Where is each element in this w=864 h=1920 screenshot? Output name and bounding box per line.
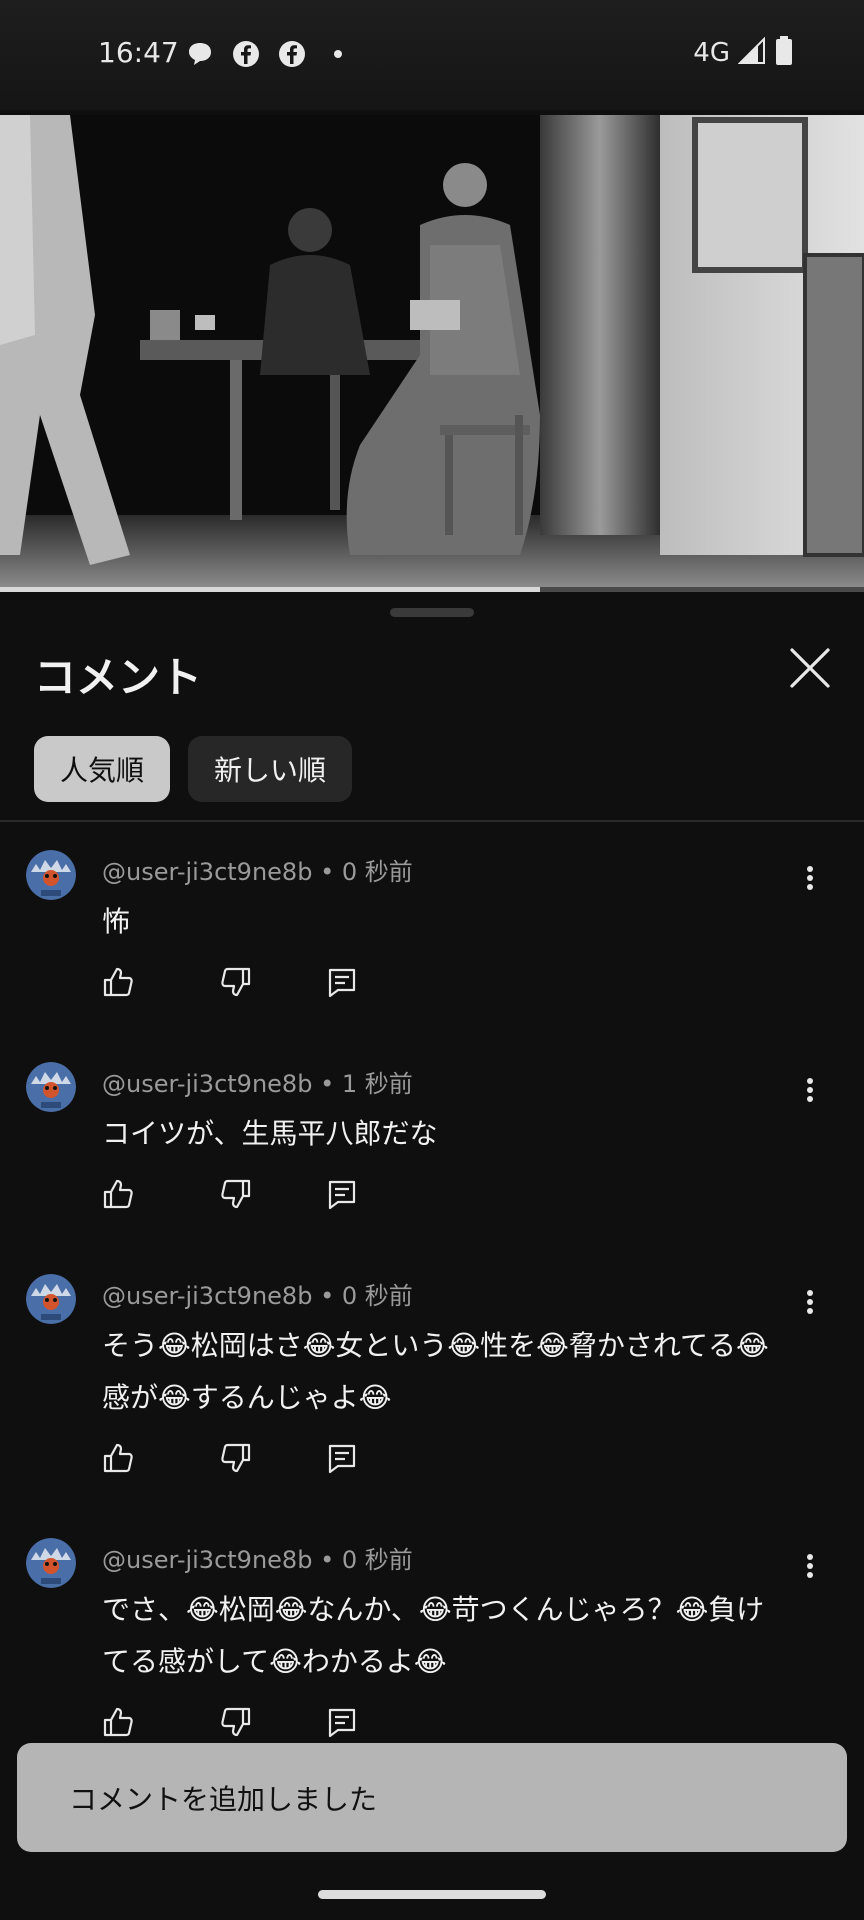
status-time: 16:47 <box>98 36 179 69</box>
more-options-button[interactable] <box>796 858 824 898</box>
video-frame-image <box>0 115 864 587</box>
reply-icon <box>328 1708 356 1738</box>
status-bar: 16:47 4G <box>0 0 864 110</box>
reply-icon <box>328 968 356 998</box>
chip-newest-first[interactable]: 新しい順 <box>188 736 353 802</box>
close-button[interactable] <box>784 642 836 694</box>
meta-separator: • <box>320 858 342 886</box>
notification-icons <box>184 38 354 70</box>
thumb-down-icon <box>221 967 251 997</box>
comment-meta: @user-ji3ct9ne8b • 0 秒前 <box>102 1540 413 1575</box>
comment-username[interactable]: @user-ji3ct9ne8b <box>102 858 312 886</box>
comment-username[interactable]: @user-ji3ct9ne8b <box>102 1282 312 1310</box>
thumb-up-icon <box>103 1443 133 1473</box>
avatar[interactable] <box>26 1062 76 1112</box>
comment-item: @user-ji3ct9ne8b • 1 秒前 コイツが、生馬平八郎だな <box>0 1062 864 1262</box>
comments-sheet: コメント 人気順 新しい順 @user-ji3ct9ne8b • 0 秒前 怖 <box>0 592 864 1920</box>
sheet-title: コメント <box>34 653 203 702</box>
more-options-button[interactable] <box>796 1282 824 1322</box>
facebook-icon <box>276 38 308 70</box>
more-options-button[interactable] <box>796 1546 824 1586</box>
thumb-up-icon <box>103 1179 133 1209</box>
signal-icon <box>737 36 766 69</box>
like-button[interactable] <box>100 1440 136 1476</box>
network-label: 4G <box>693 38 730 68</box>
more-vert-icon <box>807 1078 813 1102</box>
comment-time: 0 秒前 <box>341 1282 413 1310</box>
dislike-button[interactable] <box>218 1704 254 1740</box>
comment-time: 0 秒前 <box>341 858 413 886</box>
comment-actions <box>100 1176 442 1212</box>
comment-item: @user-ji3ct9ne8b • 0 秒前 そう😂松岡はさ😂女という😂性を😂… <box>0 1274 864 1534</box>
comment-actions <box>100 1704 442 1740</box>
comment-meta: @user-ji3ct9ne8b • 0 秒前 <box>102 1276 413 1311</box>
more-vert-icon <box>807 1290 813 1314</box>
comment-username[interactable]: @user-ji3ct9ne8b <box>102 1546 312 1574</box>
comment-item: @user-ji3ct9ne8b • 0 秒前 怖 <box>0 850 864 1050</box>
reply-icon <box>328 1180 356 1210</box>
meta-separator: • <box>320 1070 342 1098</box>
drag-handle[interactable] <box>390 608 474 617</box>
home-indicator[interactable] <box>318 1890 546 1899</box>
comment-text: コイツが、生馬平八郎だな <box>102 1117 438 1150</box>
dislike-button[interactable] <box>218 1176 254 1212</box>
close-icon <box>790 648 830 688</box>
comment-text: そう😂松岡はさ😂女という😂性を😂脅かされてる😂感が😂するんじゃよ😂 <box>102 1329 769 1414</box>
like-button[interactable] <box>100 964 136 1000</box>
avatar[interactable] <box>26 1274 76 1324</box>
comment-time: 1 秒前 <box>341 1070 413 1098</box>
reply-button[interactable] <box>324 1704 360 1740</box>
comment-actions <box>100 964 442 1000</box>
status-right: 4G <box>693 36 794 70</box>
chat-bubble-icon <box>184 38 216 70</box>
like-button[interactable] <box>100 1176 136 1212</box>
comment-actions <box>100 1440 442 1476</box>
avatar[interactable] <box>26 1538 76 1588</box>
thumb-down-icon <box>221 1443 251 1473</box>
divider <box>0 820 864 822</box>
reply-icon <box>328 1444 356 1474</box>
comment-meta: @user-ji3ct9ne8b • 0 秒前 <box>102 852 413 887</box>
comment-time: 0 秒前 <box>341 1546 413 1574</box>
snackbar-text: コメントを追加しました <box>69 1782 378 1816</box>
thumb-up-icon <box>103 1707 133 1737</box>
meta-separator: • <box>320 1546 342 1574</box>
thumb-up-icon <box>103 967 133 997</box>
comment-text: 怖 <box>102 905 131 938</box>
thumb-down-icon <box>221 1179 251 1209</box>
thumb-down-icon <box>221 1707 251 1737</box>
comment-meta: @user-ji3ct9ne8b • 1 秒前 <box>102 1064 413 1099</box>
more-vert-icon <box>807 1554 813 1578</box>
video-player[interactable] <box>0 115 864 587</box>
avatar[interactable] <box>26 850 76 900</box>
dot-icon <box>322 38 354 70</box>
chip-top-comments[interactable]: 人気順 <box>34 736 171 802</box>
meta-separator: • <box>320 1282 342 1310</box>
reply-button[interactable] <box>324 964 360 1000</box>
facebook-icon <box>230 38 262 70</box>
screen: 16:47 4G コメント 人気順 新しい順 @user-ji3ct9ne8b … <box>0 0 864 1920</box>
reply-button[interactable] <box>324 1176 360 1212</box>
dislike-button[interactable] <box>218 964 254 1000</box>
dislike-button[interactable] <box>218 1440 254 1476</box>
reply-button[interactable] <box>324 1440 360 1476</box>
like-button[interactable] <box>100 1704 136 1740</box>
more-options-button[interactable] <box>796 1070 824 1110</box>
snackbar: コメントを追加しました <box>17 1743 847 1852</box>
sort-chips: 人気順 新しい順 <box>34 736 353 802</box>
comment-username[interactable]: @user-ji3ct9ne8b <box>102 1070 312 1098</box>
comment-text: でさ、😂松岡😂なんか、😂苛つくんじゃろ？😂負けてる感がして😂わかるよ😂 <box>102 1593 765 1678</box>
battery-icon <box>774 36 794 70</box>
more-vert-icon <box>807 866 813 890</box>
